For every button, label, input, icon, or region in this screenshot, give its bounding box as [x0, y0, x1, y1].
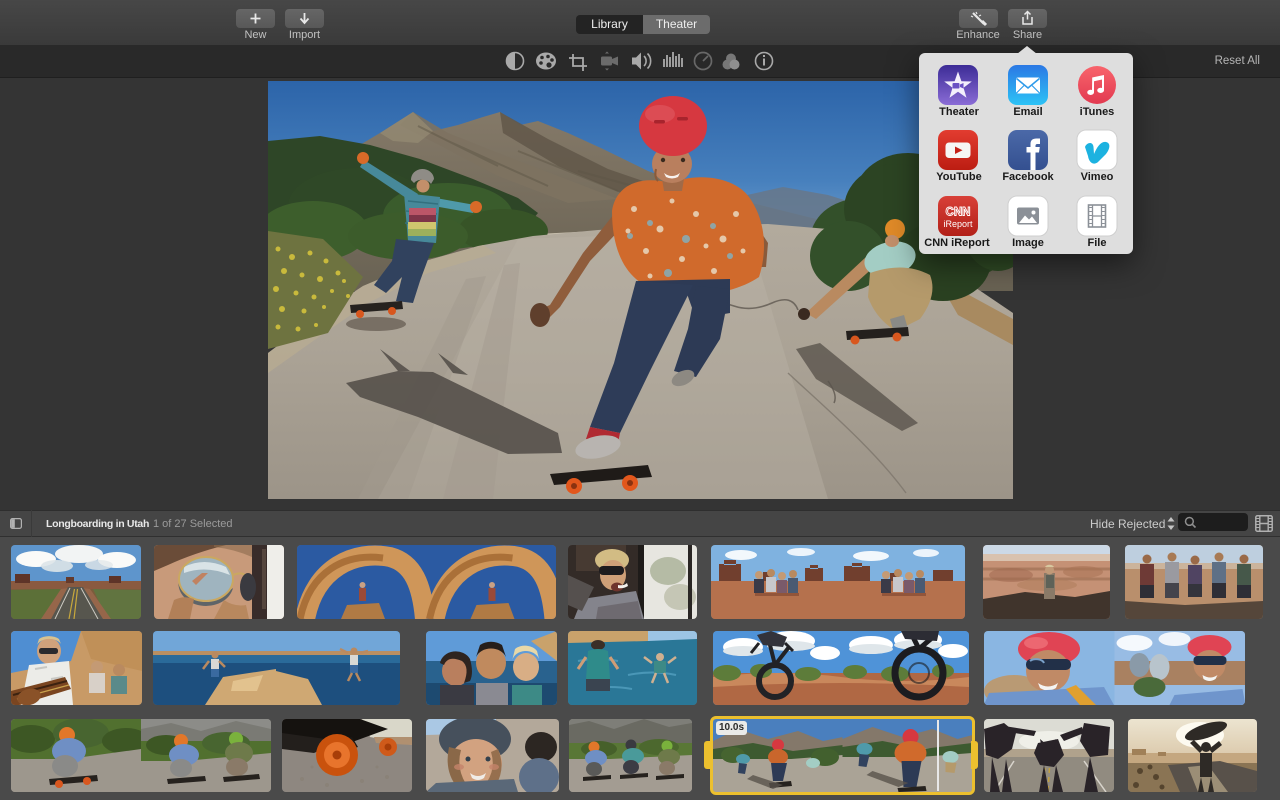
svg-text:CNN: CNN [946, 207, 971, 219]
svg-text:iReport: iReport [943, 219, 973, 229]
